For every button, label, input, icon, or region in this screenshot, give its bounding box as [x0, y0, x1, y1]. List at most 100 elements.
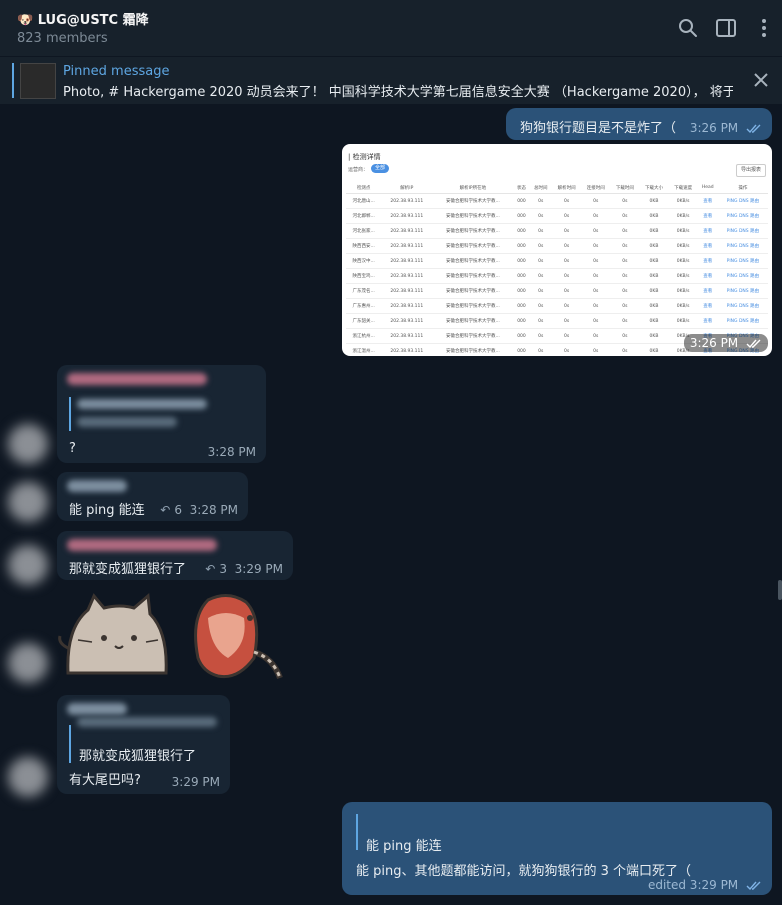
photo-table-cell: 000	[513, 313, 530, 329]
photo-table-cell: 0s	[552, 313, 582, 329]
reply-count-value: 3	[219, 562, 227, 576]
photo-time: 3:26 PM	[683, 334, 768, 352]
photo-table-cell: 0s	[610, 298, 640, 314]
photo-table-cell: 202.38.93.111	[381, 223, 433, 239]
photo-table-cell: 0KB	[639, 283, 669, 299]
message-incoming[interactable]: ? 3:28 PM	[57, 365, 266, 463]
photo-table-cell: 0s	[610, 253, 640, 269]
sidebar-icon[interactable]	[715, 17, 737, 39]
message-outgoing[interactable]: 能 ping 能连 能 ping、其他题都能访问，就狗狗银行的 3 个端口死了（…	[342, 802, 772, 895]
photo-table-cell: 000	[513, 253, 530, 269]
search-icon[interactable]	[677, 17, 699, 39]
reply-count[interactable]: ↶ 3 3:29 PM	[205, 562, 283, 576]
photo-table-cell: 0s	[610, 238, 640, 254]
message-time: edited 3:29 PM	[648, 878, 762, 892]
scrollbar[interactable]	[778, 580, 782, 600]
sender-name[interactable]	[67, 373, 207, 385]
photo-table-cell: 202.38.93.111	[381, 313, 433, 329]
chat-header[interactable]: 🐶 LUG@USTC 霜降 823 members	[0, 0, 782, 56]
photo-table-cell: 0s	[610, 283, 640, 299]
sender-name[interactable]	[67, 539, 217, 551]
photo-table-cell: 0s	[610, 313, 640, 329]
photo-table-cell: PING DNS 路由	[717, 298, 768, 314]
avatar[interactable]	[8, 643, 48, 683]
avatar[interactable]	[8, 482, 48, 522]
photo-table-cell: 0s	[529, 313, 553, 329]
photo-table-cell: 0KB/s	[668, 208, 698, 224]
photo-table-cell: 0s	[529, 343, 553, 356]
message-time-text: 3:26 PM	[689, 121, 739, 135]
photo-table-cell: PING DNS 路由	[717, 268, 768, 284]
photo-table-header: Head	[697, 182, 718, 194]
sender-name[interactable]	[67, 703, 127, 715]
photo-table-cell: 0s	[581, 223, 611, 239]
photo-time-text: 3:26 PM	[689, 336, 739, 350]
photo-table-cell: 0KB	[639, 208, 669, 224]
photo-table-cell: 浙江温州...	[346, 343, 382, 356]
reply-quote-text	[77, 417, 177, 427]
photo-table-cell: 0s	[529, 223, 553, 239]
photo-table-cell: 202.38.93.111	[381, 193, 433, 209]
photo-export-button: 导出报表	[736, 164, 766, 177]
photo-table-cell: 000	[513, 208, 530, 224]
photo-table-cell: 0KB	[639, 193, 669, 209]
photo-table-cell: 河北邯郸...	[346, 208, 382, 224]
photo-table-cell: 202.38.93.111	[381, 343, 433, 356]
message-incoming[interactable]: 那就变成狐狸银行了 有大尾巴吗? 3:29 PM	[57, 695, 230, 794]
message-incoming[interactable]: 能 ping 能连 ↶ 6 3:28 PM	[57, 472, 248, 521]
message-photo[interactable]: | 检测详情 运营商： 全部 导出报表 检测点 解析IP 解析IP所在地 状态 总时间解…	[342, 144, 772, 356]
message-outgoing[interactable]: 狗狗银行题目是不是炸了（ 3:26 PM	[506, 108, 772, 140]
photo-table-header: 解析IP	[381, 182, 433, 194]
photo-table-cell: 0KB	[639, 343, 669, 356]
photo-table-cell: 0s	[529, 238, 553, 254]
photo-table-cell: 0s	[581, 253, 611, 269]
photo-table-cell: 查看	[697, 208, 718, 224]
photo-table-cell: 0KB	[639, 328, 669, 344]
message-time: 3:29 PM	[171, 775, 220, 789]
photo-table-cell: 查看	[697, 193, 718, 209]
reply-count[interactable]: ↶ 6 3:28 PM	[160, 503, 238, 517]
photo-table: 检测点 解析IP 解析IP所在地 状态 总时间 解析时间 连接时间 下载时间 下载大小 下载速度 H…	[346, 182, 768, 356]
photo-table-cell: 0KB	[639, 223, 669, 239]
sender-name[interactable]	[67, 480, 127, 492]
photo-table-cell: 0s	[581, 298, 611, 314]
photo-table-cell: 202.38.93.111	[381, 298, 433, 314]
reply-quote-sender[interactable]	[77, 717, 217, 727]
photo-table-cell: 安徽合肥科学技术大学教...	[432, 283, 514, 299]
photo-table-cell: PING DNS 路由	[717, 313, 768, 329]
message-time: 3:29 PM	[234, 562, 283, 576]
more-icon[interactable]	[753, 17, 775, 39]
photo-table-cell: 查看	[697, 283, 718, 299]
photo-table-cell: 202.38.93.111	[381, 208, 433, 224]
photo-table-cell: 陕西汉中...	[346, 253, 382, 269]
photo-table-cell: 000	[513, 193, 530, 209]
photo-table-cell: 广东惠州...	[346, 298, 382, 314]
photo-table-cell: 000	[513, 268, 530, 284]
message-time-text: edited 3:29 PM	[647, 878, 739, 892]
pinned-message[interactable]: Pinned message Photo, # Hackergame 2020 …	[0, 56, 782, 104]
photo-table-cell: PING DNS 路由	[717, 283, 768, 299]
double-check-icon	[746, 124, 761, 133]
reply-quote[interactable]	[77, 399, 207, 409]
photo-table-header: 总时间	[529, 182, 553, 194]
photo-table-cell: 0KB/s	[668, 298, 698, 314]
photo-table-cell: 广东茂名...	[346, 283, 382, 299]
photo-table-cell: 000	[513, 328, 530, 344]
pinned-bar	[12, 63, 14, 98]
photo-table-cell: 0KB/s	[668, 223, 698, 239]
message-text: 狗狗银行题目是不是炸了（	[520, 121, 677, 136]
photo-table-cell: 0s	[552, 253, 582, 269]
avatar[interactable]	[8, 757, 48, 797]
photo-table-cell: 河北唐山...	[346, 193, 382, 209]
close-icon[interactable]	[752, 71, 770, 89]
message-time: 3:26 PM	[690, 121, 762, 135]
avatar[interactable]	[8, 424, 48, 464]
photo-table-cell: 0KB	[639, 253, 669, 269]
pusheen-sticker[interactable]	[58, 588, 288, 688]
double-check-icon	[746, 881, 761, 890]
photo-table-cell: PING DNS 路由	[717, 208, 768, 224]
avatar[interactable]	[8, 545, 48, 585]
photo-table-cell: 202.38.93.111	[381, 238, 433, 254]
photo-table-cell: 0s	[610, 268, 640, 284]
message-incoming[interactable]: 那就变成狐狸银行了 ↶ 3 3:29 PM	[57, 531, 293, 580]
